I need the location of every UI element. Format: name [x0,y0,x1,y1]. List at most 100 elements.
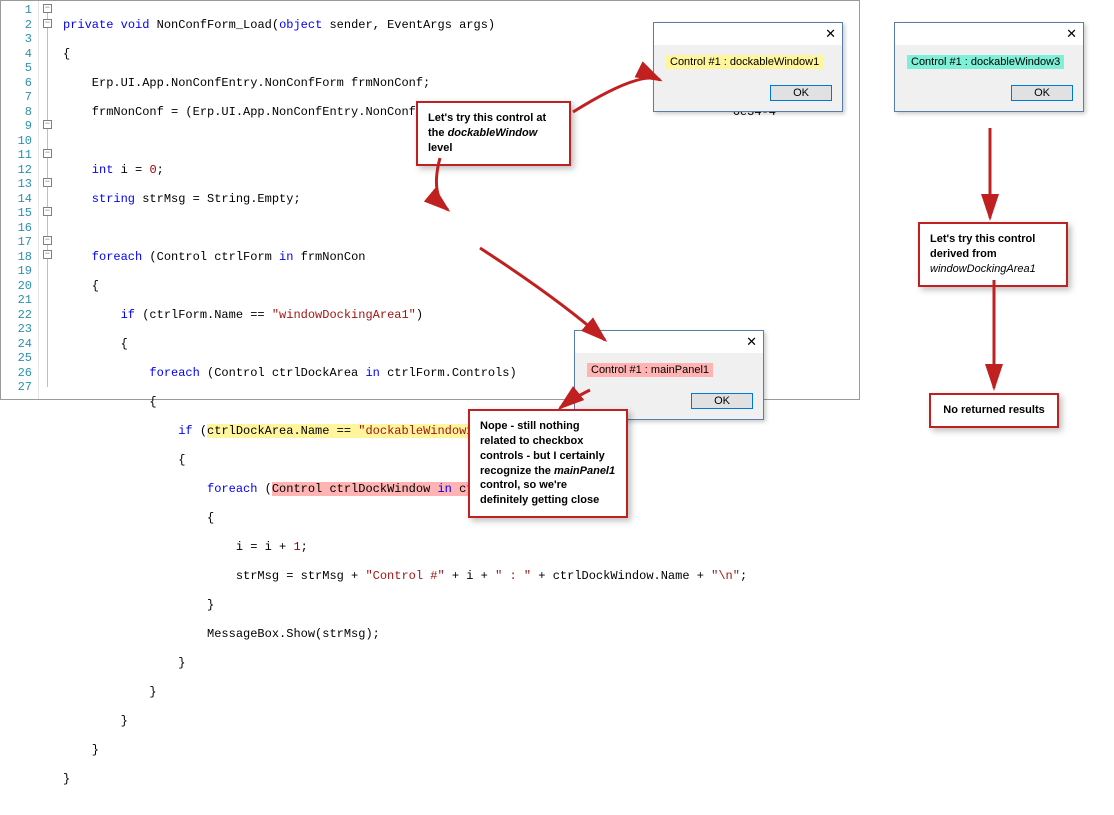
dialog-message: Control #1 : dockableWindow1 [666,55,823,69]
callout-text: Let's try this control derived from [930,233,1035,260]
fold-toggle[interactable]: − [43,250,52,259]
code: sender, EventArgs args) [322,18,495,32]
line-num: 16 [1,221,32,236]
code: ; [301,540,308,554]
line-num: 15 [1,206,32,221]
line-num: 26 [1,366,32,381]
line-num: 13 [1,177,32,192]
dialog-titlebar: ✕ [654,23,842,45]
code: i = i + [63,540,293,554]
callout-text: level [428,142,452,154]
ok-button[interactable]: OK [691,393,753,409]
line-num: 9 [1,119,32,134]
fold-column: − − − − − − − − [39,1,57,399]
code: } [63,598,859,613]
line-num: 24 [1,337,32,352]
code: { [63,453,859,468]
code: strMsg = strMsg + [63,569,365,583]
ok-button[interactable]: OK [1011,85,1073,101]
line-num: 3 [1,32,32,47]
kw: foreach [63,250,142,264]
code: ; [740,569,747,583]
code: { [63,511,859,526]
callout-mainpanel: Nope - still nothing related to checkbox… [468,409,628,518]
code: (Control ctrlForm [142,250,279,264]
fold-toggle[interactable]: − [43,149,52,158]
fold-toggle[interactable]: − [43,207,52,216]
msgbox-dockablewindow1: ✕ Control #1 : dockableWindow1 OK [653,22,843,112]
line-num: 5 [1,61,32,76]
code: } [63,685,859,700]
dialog-message: Control #1 : mainPanel1 [587,363,713,377]
kw: in [365,366,379,380]
code: } [63,714,859,729]
kw: object [279,18,322,32]
code: + i + [445,569,495,583]
code: (ctrlForm.Name == [135,308,272,322]
line-num: 14 [1,192,32,207]
str: "windowDockingArea1" [272,308,416,322]
line-num: 11 [1,148,32,163]
kw: foreach [63,366,200,380]
fold-toggle[interactable]: − [43,178,52,187]
code: (Control ctrlDockArea [200,366,366,380]
line-num: 7 [1,90,32,105]
str: "dockableWindow1" [358,424,480,438]
dialog-message: Control #1 : dockableWindow3 [907,55,1064,69]
kw: void [121,18,150,32]
dialog-titlebar: ✕ [575,331,763,353]
line-num: 22 [1,308,32,323]
code: ( [193,424,207,438]
line-num: 21 [1,293,32,308]
close-icon[interactable]: ✕ [1066,26,1077,42]
code: ; [157,163,164,177]
code: + ctrlDockWindow.Name + [531,569,711,583]
kw: if [63,424,193,438]
line-num: 17 [1,235,32,250]
fold-toggle[interactable]: − [43,19,52,28]
kw: int [63,163,113,177]
num: 0 [149,163,156,177]
code: } [63,656,859,671]
kw: in [279,250,293,264]
callout-italic: windowDockingArea1 [930,263,1036,275]
callout-no-results: No returned results [929,393,1059,428]
line-num: 18 [1,250,32,265]
callout-derived: Let's try this control derived from wind… [918,222,1068,287]
line-num: 25 [1,351,32,366]
code: ) [416,308,423,322]
close-icon[interactable]: ✕ [825,26,836,42]
line-num: 6 [1,76,32,91]
code: } [63,772,859,787]
kw: in [437,482,451,496]
kw: private [63,18,113,32]
callout-italic: dockableWindow [448,127,538,139]
line-num: 19 [1,264,32,279]
code: MessageBox.Show(strMsg); [63,627,859,642]
code: i = [113,163,149,177]
str: "Control #" [365,569,444,583]
line-num: 2 [1,18,32,33]
line-gutter: 1 2 3 4 5 6 7 8 9 10 11 12 13 14 15 16 1… [1,1,39,399]
fold-toggle[interactable]: − [43,120,52,129]
code: { [63,279,859,294]
close-icon[interactable]: ✕ [746,334,757,350]
callout-text: No returned results [943,404,1044,416]
line-num: 20 [1,279,32,294]
num: 1 [293,540,300,554]
code: strMsg = String.Empty; [135,192,301,206]
kw: foreach [63,482,257,496]
line-num: 27 [1,380,32,395]
callout-italic: mainPanel1 [554,465,615,477]
fold-toggle[interactable]: − [43,236,52,245]
code: } [63,743,859,758]
callout-text: control, so we're definitely getting clo… [480,479,599,506]
str: " : " [495,569,531,583]
fold-toggle[interactable]: − [43,4,52,13]
code: frmNonCon [293,250,365,264]
code-hl: Control ctrlDockWindow [272,482,438,496]
line-num: 10 [1,134,32,149]
dialog-titlebar: ✕ [895,23,1083,45]
ok-button[interactable]: OK [770,85,832,101]
callout-dockablewindow: Let's try this control at the dockableWi… [416,101,571,166]
